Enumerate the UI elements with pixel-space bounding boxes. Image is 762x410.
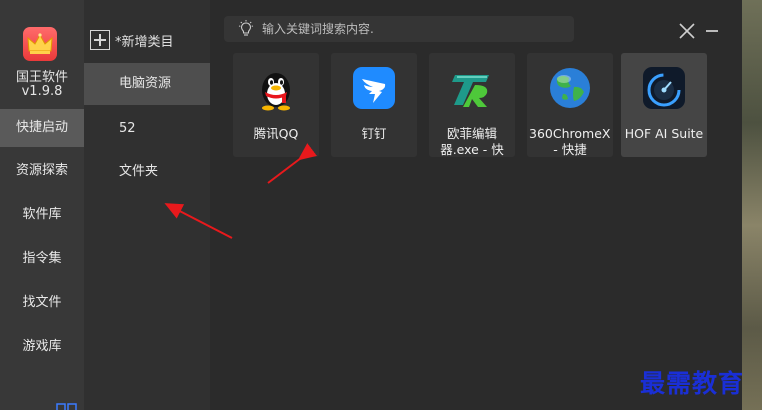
nav-item-game-library[interactable]: 游戏库	[0, 328, 84, 366]
category-item-52[interactable]: 52	[84, 108, 210, 150]
globe-icon	[550, 68, 590, 108]
watermark: 最需教育	[640, 369, 745, 398]
ofei-editor-icon	[452, 75, 489, 107]
nav-item-resource-explore[interactable]: 资源探索	[0, 152, 84, 190]
app-tile-ofei-editor[interactable]: 欧菲编辑器.exe - 快	[429, 53, 515, 157]
category-column: *新增类目 电脑资源 52 文件夹	[84, 0, 210, 410]
nav-item-quick-launch[interactable]: 快捷启动	[0, 109, 84, 147]
category-item-folder[interactable]: 文件夹	[84, 151, 210, 193]
close-icon[interactable]	[676, 20, 698, 42]
app-tile-label: HOF AI Suite	[624, 126, 704, 141]
search-input[interactable]	[260, 21, 564, 37]
app-tile-360chrome[interactable]: 360ChromeX.exe - 快捷	[527, 53, 613, 157]
nav-item-command-set[interactable]: 指令集	[0, 240, 84, 278]
minimize-icon[interactable]	[706, 30, 718, 32]
app-name: 国王软件	[15, 70, 68, 85]
app-tile-label: 欧菲编辑器.exe - 快	[440, 126, 504, 157]
nav-item-find-file[interactable]: 找文件	[0, 284, 84, 322]
app-tile-label: 钉钉	[361, 126, 387, 141]
app-tile-label: 360ChromeX.exe - 快捷	[529, 126, 611, 157]
add-category-label: *新增类目	[115, 34, 174, 50]
search-bar	[224, 16, 574, 42]
qq-penguin-icon	[262, 73, 290, 111]
speedometer-icon	[643, 67, 685, 109]
app-tile-hof-ai-suite[interactable]: HOF AI Suite	[621, 53, 707, 157]
main-panel: 腾讯QQ 钉钉 欧菲编辑器.exe - 快	[210, 0, 742, 410]
plus-box-icon	[90, 30, 110, 50]
grid-icon[interactable]	[56, 400, 78, 410]
left-nav: 国王软件 v1.9.8 快捷启动 资源探索 软件库 指令集 找文件 游戏库	[0, 0, 84, 410]
app-tile-dingtalk[interactable]: 钉钉	[331, 53, 417, 157]
dingtalk-icon	[353, 67, 395, 109]
category-item-computer-resources[interactable]: 电脑资源	[84, 63, 210, 105]
app-version: v1.9.8	[21, 84, 63, 99]
lightbulb-icon	[238, 20, 254, 38]
crown-logo-icon	[23, 27, 57, 61]
app-tile-label: 腾讯QQ	[253, 126, 299, 141]
app-window: 国王软件 v1.9.8 快捷启动 资源探索 软件库 指令集 找文件 游戏库 *新…	[0, 0, 742, 410]
app-tile-qq[interactable]: 腾讯QQ	[233, 53, 319, 157]
background-strip	[742, 0, 762, 410]
nav-item-software-library[interactable]: 软件库	[0, 196, 84, 234]
add-category-button[interactable]: *新增类目	[90, 28, 174, 52]
